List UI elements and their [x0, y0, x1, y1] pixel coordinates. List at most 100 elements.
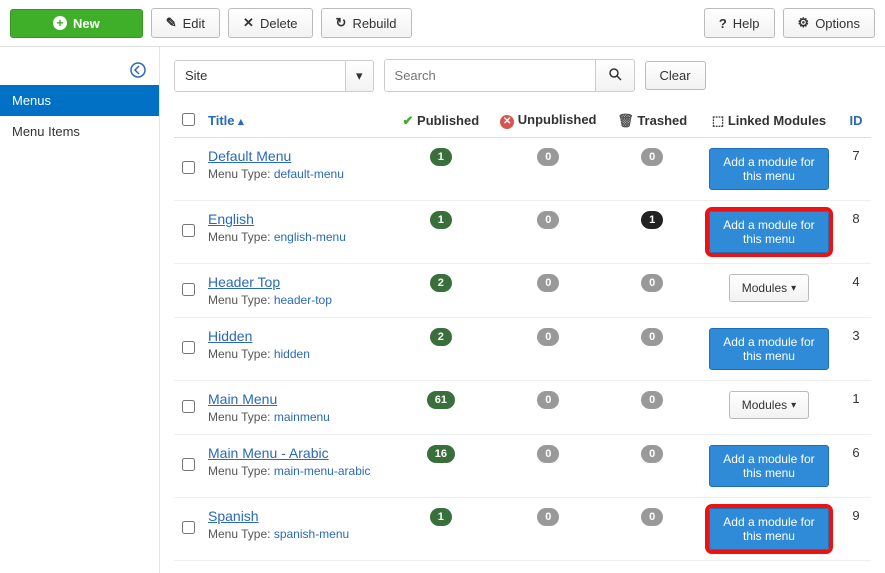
count-badge[interactable]: 16: [427, 445, 455, 463]
col-linked-label: Linked Modules: [728, 113, 826, 128]
menu-title-link[interactable]: English: [208, 211, 254, 227]
row-id: 1: [841, 381, 871, 435]
count-badge[interactable]: 0: [641, 445, 663, 463]
x-icon: ✕: [243, 15, 254, 31]
sort-id[interactable]: ID: [850, 113, 863, 128]
add-module-button[interactable]: Add a module for this menu: [709, 445, 829, 487]
menu-type-link[interactable]: english-menu: [274, 230, 346, 244]
new-button-label: New: [73, 16, 100, 31]
count-badge[interactable]: 1: [430, 508, 452, 526]
add-module-button[interactable]: Add a module for this menu: [709, 148, 829, 190]
menu-type-link[interactable]: mainmenu: [274, 410, 330, 424]
scope-select[interactable]: Site ▾: [174, 60, 374, 92]
col-id-label: ID: [850, 113, 863, 128]
sidebar-item-menus[interactable]: Menus: [0, 85, 159, 116]
count-badge[interactable]: 1: [430, 211, 452, 229]
table-row: HiddenMenu Type: hidden200Add a module f…: [174, 318, 871, 381]
table-row: Main MenuMenu Type: mainmenu6100Modules▾…: [174, 381, 871, 435]
count-badge[interactable]: 1: [641, 211, 663, 229]
menu-title-link[interactable]: Main Menu - Arabic: [208, 445, 329, 461]
modules-dropdown[interactable]: Modules ▾: [729, 391, 809, 419]
row-checkbox[interactable]: [182, 161, 195, 174]
count-badge[interactable]: 0: [537, 445, 559, 463]
sidebar: Menus Menu Items: [0, 47, 160, 573]
rebuild-button[interactable]: ↻ Rebuild: [321, 8, 412, 38]
count-badge[interactable]: 0: [641, 148, 663, 166]
scope-select-value: Site: [175, 61, 345, 91]
table-row: Spanish Menu Type: spanish-menu 1 0 0 Add a m…: [174, 498, 871, 561]
select-all-checkbox[interactable]: [182, 113, 195, 126]
count-badge[interactable]: 0: [537, 211, 559, 229]
col-title-label: Title: [208, 113, 235, 128]
table-row: Header TopMenu Type: header-top200Module…: [174, 264, 871, 318]
count-badge[interactable]: 0: [641, 328, 663, 346]
count-badge[interactable]: 0: [641, 391, 663, 409]
menu-title-link[interactable]: Header Top: [208, 274, 280, 290]
rebuild-button-label: Rebuild: [352, 16, 396, 31]
count-badge[interactable]: 0: [537, 148, 559, 166]
count-badge[interactable]: 2: [430, 274, 452, 292]
row-checkbox[interactable]: [182, 224, 195, 237]
help-button[interactable]: ? Help: [704, 8, 775, 38]
caret-down-icon: ▾: [791, 400, 796, 411]
sidebar-item-menu-items[interactable]: Menu Items: [0, 116, 159, 147]
col-trashed-label: Trashed: [637, 113, 687, 128]
menu-type: Menu Type: default-menu: [208, 167, 386, 181]
row-id: 9: [841, 498, 871, 561]
sidebar-item-label: Menu Items: [12, 124, 80, 139]
options-button-label: Options: [815, 16, 860, 31]
add-module-button[interactable]: Add a module for this menu: [709, 508, 829, 550]
menu-type: Menu Type: main-menu-arabic: [208, 464, 386, 478]
table-row: Default Menu Menu Type: default-menu 1 0 0 Ad…: [174, 138, 871, 201]
count-badge[interactable]: 0: [537, 328, 559, 346]
menu-type: Menu Type: spanish-menu: [208, 527, 386, 541]
row-checkbox[interactable]: [182, 341, 195, 354]
search-button[interactable]: [595, 60, 634, 91]
count-badge[interactable]: 1: [430, 148, 452, 166]
search-group: [384, 59, 635, 92]
count-badge[interactable]: 0: [537, 274, 559, 292]
add-module-button[interactable]: Add a module for this menu: [709, 211, 829, 253]
menu-title-link[interactable]: Spanish: [208, 508, 259, 524]
sidebar-item-label: Menus: [12, 93, 51, 108]
menu-title-link[interactable]: Hidden: [208, 328, 252, 344]
menu-title-link[interactable]: Main Menu: [208, 391, 277, 407]
menu-type-link[interactable]: header-top: [274, 293, 332, 307]
clear-button[interactable]: Clear: [645, 61, 706, 90]
pencil-icon: ✎: [166, 15, 177, 31]
modules-dropdown-label: Modules: [742, 398, 787, 412]
help-button-label: Help: [733, 16, 760, 31]
new-button[interactable]: + New: [10, 9, 143, 38]
row-checkbox[interactable]: [182, 400, 195, 413]
sidebar-collapse-button[interactable]: [0, 57, 159, 85]
help-icon: ?: [719, 16, 727, 31]
count-badge[interactable]: 0: [641, 274, 663, 292]
edit-button[interactable]: ✎ Edit: [151, 8, 220, 38]
row-checkbox[interactable]: [182, 283, 195, 296]
search-input[interactable]: [385, 60, 595, 91]
options-button[interactable]: ⚙ Options: [783, 8, 875, 38]
row-checkbox[interactable]: [182, 458, 195, 471]
sort-title[interactable]: Title ▴: [208, 113, 244, 128]
count-badge[interactable]: 2: [430, 328, 452, 346]
row-id: 3: [841, 318, 871, 381]
caret-up-icon: ▴: [238, 116, 244, 128]
count-badge[interactable]: 0: [537, 508, 559, 526]
filter-row: Site ▾ Clear: [174, 59, 871, 92]
menu-title-link[interactable]: Default Menu: [208, 148, 291, 164]
add-module-button[interactable]: Add a module for this menu: [709, 328, 829, 370]
count-badge[interactable]: 61: [427, 391, 455, 409]
menu-type-link[interactable]: spanish-menu: [274, 527, 349, 541]
delete-button[interactable]: ✕ Delete: [228, 8, 312, 38]
count-badge[interactable]: 0: [537, 391, 559, 409]
menu-type: Menu Type: english-menu: [208, 230, 386, 244]
modules-dropdown[interactable]: Modules▾: [729, 274, 809, 302]
col-published-label: Published: [417, 113, 479, 128]
row-checkbox[interactable]: [182, 521, 195, 534]
count-badge[interactable]: 0: [641, 508, 663, 526]
menu-type-link[interactable]: default-menu: [274, 167, 344, 181]
menu-type-link[interactable]: main-menu-arabic: [274, 464, 371, 478]
plus-icon: +: [53, 16, 67, 30]
menu-type-link[interactable]: hidden: [274, 347, 310, 361]
arrow-left-circle-icon: [129, 61, 147, 79]
